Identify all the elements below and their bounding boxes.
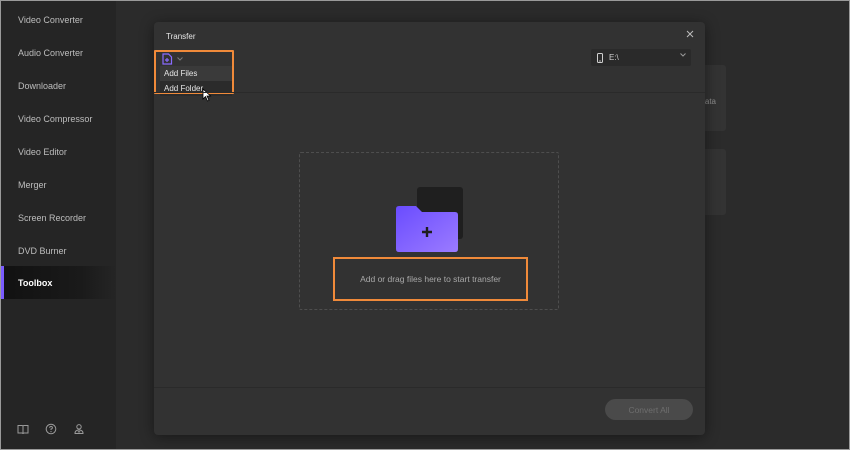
sidebar-item-label: Downloader [18,80,67,91]
dialog-toolbar: Add Files Add Folder E:\ [154,46,705,102]
book-icon[interactable] [16,422,30,436]
device-select[interactable]: E:\ [591,49,691,66]
divider [154,92,705,93]
sidebar-item-label: Video Compressor [18,113,93,124]
dialog-title: Transfer [166,32,196,41]
help-icon[interactable] [44,422,58,436]
sidebar-item-label: Audio Converter [18,47,84,58]
sidebar-item-video-converter[interactable]: Video Converter [1,3,116,36]
drop-zone-hint: Add or drag files here to start transfer [333,257,528,301]
convert-all-button[interactable]: Convert All [605,399,693,420]
drop-zone-text: Add or drag files here to start transfer [360,274,501,284]
account-icon[interactable] [72,422,86,436]
sidebar-item-label: Merger [18,179,47,190]
background-card-text: ata [704,97,716,106]
sidebar-item-label: DVD Burner [18,245,67,256]
sidebar-item-downloader[interactable]: Downloader [1,69,116,102]
close-button[interactable] [684,28,696,40]
file-drop-zone[interactable]: Add or drag files here to start transfer [299,152,559,310]
sidebar-item-video-compressor[interactable]: Video Compressor [1,102,116,135]
sidebar-item-merger[interactable]: Merger [1,168,116,201]
sidebar-item-label: Screen Recorder [18,212,87,223]
sidebar-item-label: Toolbox [18,277,53,288]
sidebar-item-dvd-burner[interactable]: DVD Burner [1,234,116,267]
annotation-highlight-box [154,50,234,94]
device-label: E:\ [609,53,619,62]
divider [154,387,705,388]
sidebar-item-video-editor[interactable]: Video Editor [1,135,116,168]
mouse-cursor-icon [202,88,212,102]
sidebar-item-screen-recorder[interactable]: Screen Recorder [1,201,116,234]
sidebar-item-label: Video Editor [18,146,67,157]
phone-icon [597,52,603,63]
sidebar-item-label: Video Converter [18,14,83,25]
chevron-down-icon [680,53,686,57]
add-folder-icon[interactable] [396,206,458,252]
sidebar-bottom-icons [16,422,86,436]
sidebar: Video Converter Audio Converter Download… [1,1,116,449]
transfer-dialog: Transfer Add Files Add Folder E:\ Add or… [154,22,705,435]
sidebar-item-audio-converter[interactable]: Audio Converter [1,36,116,69]
close-icon [686,30,694,38]
sidebar-item-toolbox[interactable]: Toolbox [1,266,116,299]
